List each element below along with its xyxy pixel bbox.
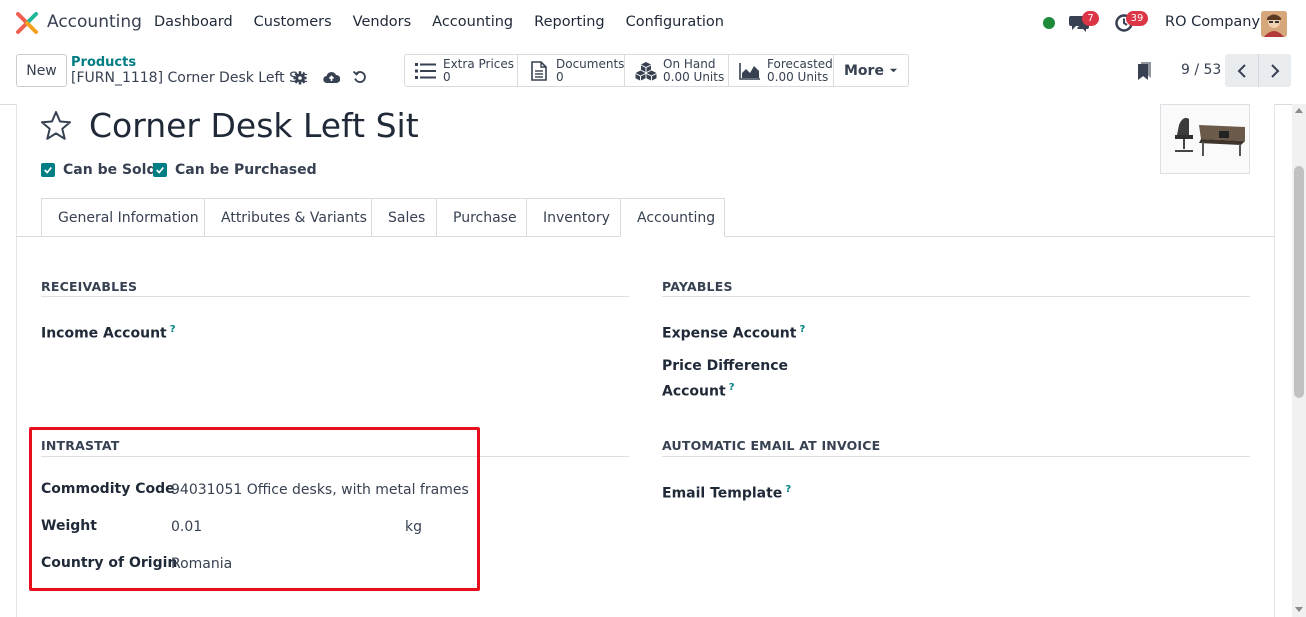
- online-status-icon: [1043, 17, 1055, 29]
- scrollbar-thumb[interactable]: [1294, 166, 1304, 398]
- income-account-label: Income Account?: [41, 319, 176, 345]
- menu-reporting[interactable]: Reporting: [534, 14, 605, 30]
- can-be-purchased-field[interactable]: Can be Purchased: [153, 162, 317, 178]
- product-name[interactable]: Corner Desk Left Sit: [89, 106, 419, 145]
- caret-down-icon: [889, 68, 898, 73]
- document-icon: [531, 60, 547, 81]
- menu-vendors[interactable]: Vendors: [353, 14, 412, 30]
- documents-button[interactable]: Documents 0: [518, 55, 625, 86]
- app-name[interactable]: Accounting: [47, 12, 142, 32]
- menu-accounting[interactable]: Accounting: [432, 14, 513, 30]
- email-template-label: Email Template?: [662, 479, 791, 505]
- tab-accounting[interactable]: Accounting: [620, 198, 725, 237]
- list-icon: [415, 62, 436, 79]
- gear-icon[interactable]: [293, 71, 307, 85]
- bookmark-icon[interactable]: [1138, 62, 1152, 80]
- price-difference-account-label: Price Difference Account?: [662, 356, 788, 403]
- messages-badge: 7: [1082, 11, 1099, 26]
- more-button[interactable]: More: [834, 55, 908, 86]
- help-tooltip-icon[interactable]: ?: [170, 324, 176, 335]
- scroll-up-arrow-icon[interactable]: [1295, 108, 1303, 113]
- accounting-app-icon[interactable]: [16, 12, 38, 34]
- tab-general-information[interactable]: General Information: [41, 198, 204, 237]
- extra-prices-value: 0: [443, 69, 451, 84]
- can-be-purchased-checkbox[interactable]: [153, 163, 167, 177]
- extra-prices-label: Extra Prices: [443, 56, 515, 71]
- on-hand-label: On Hand: [663, 56, 716, 71]
- top-navbar: Accounting Dashboard Customers Vendors A…: [0, 0, 1306, 46]
- chevron-right-icon: [1271, 63, 1280, 78]
- main-menu: Dashboard Customers Vendors Accounting R…: [154, 14, 745, 30]
- documents-value: 0: [556, 69, 564, 84]
- pager-value[interactable]: 9 / 53: [1181, 62, 1221, 78]
- forecasted-value: 0.00 Units: [767, 69, 829, 84]
- tab-purchase[interactable]: Purchase: [436, 198, 526, 237]
- new-button[interactable]: New: [16, 54, 67, 87]
- more-label: More: [844, 62, 884, 79]
- menu-dashboard[interactable]: Dashboard: [154, 14, 233, 30]
- on-hand-button[interactable]: On Hand 0.00 Units: [625, 55, 729, 86]
- income-account-text: Income Account: [41, 325, 167, 342]
- pager-next-button[interactable]: [1258, 54, 1291, 87]
- price-difference-line2: Account: [662, 383, 726, 400]
- payables-section-title: PAYABLES: [662, 279, 733, 294]
- chevron-left-icon: [1237, 63, 1246, 78]
- forecasted-button[interactable]: Forecasted 0.00 Units: [729, 55, 834, 86]
- discard-changes-icon[interactable]: [353, 70, 367, 84]
- forecasted-label: Forecasted: [767, 56, 833, 71]
- area-chart-icon: [739, 62, 760, 80]
- auto-email-divider: [662, 456, 1250, 457]
- can-be-sold-label: Can be Sold: [63, 162, 157, 178]
- expense-account-label: Expense Account?: [662, 319, 805, 345]
- cubes-icon: [635, 61, 657, 80]
- intrastat-highlight-box: [29, 427, 480, 591]
- checkmark-icon: [44, 166, 52, 174]
- email-template-text: Email Template: [662, 485, 783, 502]
- tab-sales[interactable]: Sales: [371, 198, 436, 237]
- can-be-sold-checkbox[interactable]: [41, 163, 55, 177]
- tab-attributes-variants[interactable]: Attributes & Variants: [204, 198, 371, 237]
- on-hand-value: 0.00 Units: [663, 69, 725, 84]
- documents-label: Documents: [556, 56, 625, 71]
- company-switcher[interactable]: RO Company: [1165, 14, 1260, 30]
- help-tooltip-icon[interactable]: ?: [799, 324, 805, 335]
- cloud-upload-icon[interactable]: [323, 70, 340, 84]
- menu-configuration[interactable]: Configuration: [626, 14, 724, 30]
- can-be-sold-field[interactable]: Can be Sold: [41, 162, 156, 178]
- tab-inventory[interactable]: Inventory: [526, 198, 620, 237]
- checkmark-icon: [156, 166, 164, 174]
- help-tooltip-icon[interactable]: ?: [785, 484, 791, 495]
- scroll-down-arrow-icon[interactable]: [1295, 607, 1303, 612]
- receivables-divider: [41, 296, 629, 297]
- payables-divider: [662, 296, 1250, 297]
- breadcrumb-products[interactable]: Products: [71, 55, 136, 70]
- smart-buttons-bar: Extra Prices 0 Documents 0 On Hand 0.00 …: [404, 54, 909, 87]
- can-be-purchased-label: Can be Purchased: [175, 162, 317, 178]
- extra-prices-button[interactable]: Extra Prices 0: [405, 55, 518, 86]
- price-difference-line1: Price Difference: [662, 358, 789, 374]
- product-image[interactable]: [1160, 104, 1250, 174]
- receivables-section-title: RECEIVABLES: [41, 279, 138, 294]
- help-tooltip-icon[interactable]: ?: [729, 382, 735, 393]
- pager-previous-button[interactable]: [1225, 54, 1258, 87]
- menu-customers[interactable]: Customers: [254, 14, 332, 30]
- breadcrumb-current: [FURN_1118] Corner Desk Left Sit: [71, 70, 308, 86]
- favorite-star-icon[interactable]: [40, 110, 72, 142]
- form-tabs: General Information Attributes & Variant…: [41, 198, 725, 237]
- user-avatar[interactable]: [1261, 11, 1287, 37]
- activities-badge: 39: [1126, 11, 1148, 26]
- auto-email-section-title: AUTOMATIC EMAIL AT INVOICE: [662, 438, 881, 453]
- expense-account-text: Expense Account: [662, 325, 797, 342]
